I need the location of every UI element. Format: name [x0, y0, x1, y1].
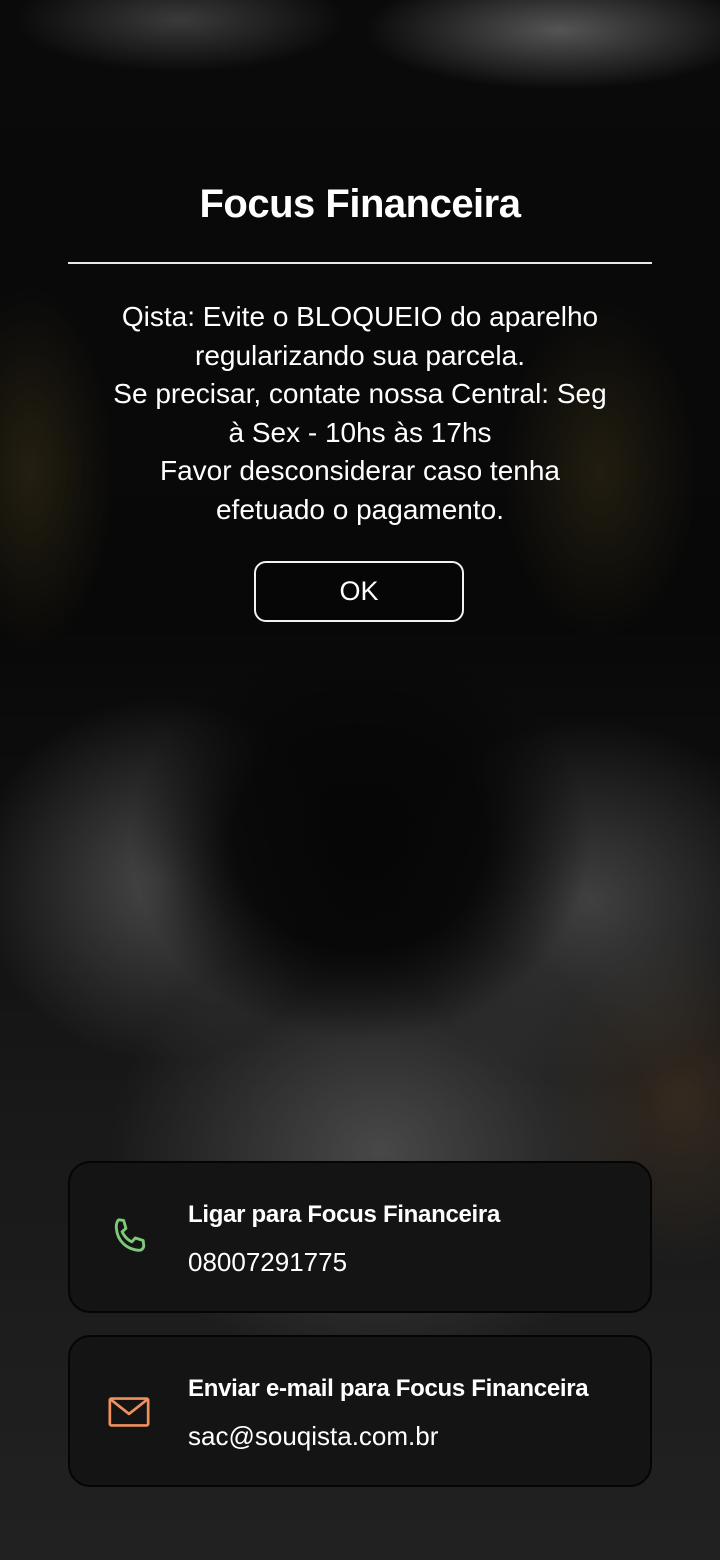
wallpaper-dim-overlay: [0, 0, 720, 1560]
ok-button[interactable]: OK: [254, 561, 464, 622]
ok-button-label: OK: [339, 576, 379, 606]
email-card-title: Enviar e-mail para Focus Financeira: [188, 1375, 589, 1402]
phone-number: 08007291775: [188, 1247, 348, 1277]
email-address: sac@souqista.com.br: [188, 1421, 439, 1451]
phone-icon: [106, 1215, 152, 1261]
lock-screen: Focus Financeira Qista: Evite o BLOQUEIO…: [0, 0, 720, 1560]
email-contact-card[interactable]: Enviar e-mail para Focus Financeira sac@…: [68, 1335, 652, 1487]
call-card-title: Ligar para Focus Financeira: [188, 1201, 500, 1228]
title-divider: [68, 262, 652, 264]
dialog-message: Qista: Evite o BLOQUEIO do aparelho regu…: [113, 301, 607, 525]
call-contact-card[interactable]: Ligar para Focus Financeira 08007291775: [68, 1161, 652, 1313]
mail-icon: [106, 1389, 152, 1435]
dialog-title: Focus Financeira: [199, 182, 521, 226]
